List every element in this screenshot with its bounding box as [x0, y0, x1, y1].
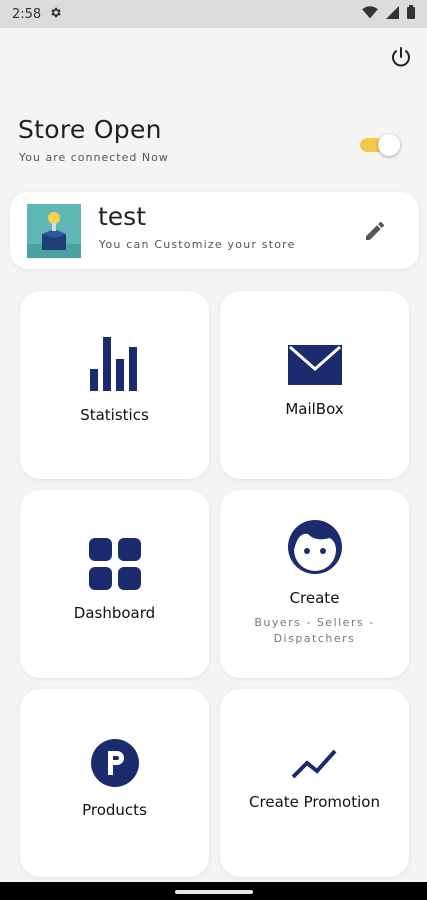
statistics-label: Statistics — [80, 406, 149, 424]
wifi-icon — [362, 5, 378, 23]
store-card[interactable]: test You can Customize your store — [10, 192, 419, 269]
power-icon — [392, 47, 410, 67]
grid-icon — [88, 538, 141, 590]
settings-icon — [49, 6, 62, 23]
bar-chart-icon — [89, 337, 137, 391]
mailbox-label: MailBox — [285, 400, 344, 418]
dashboard-label: Dashboard — [73, 604, 156, 622]
battery-icon — [407, 5, 415, 23]
create-label: Create — [289, 589, 340, 607]
signal-icon — [386, 5, 399, 23]
create-sublabel: Buyers - Sellers - Dispatchers — [254, 616, 375, 645]
products-tile[interactable]: Products — [20, 689, 209, 877]
status-bar: 2:58 — [0, 0, 427, 28]
create-tile[interactable]: Create Buyers - Sellers - Dispatchers — [220, 490, 409, 678]
envelope-icon — [287, 345, 342, 385]
mailbox-tile[interactable]: MailBox — [220, 291, 409, 479]
power-button[interactable] — [388, 44, 414, 70]
store-status-title: Store Open — [18, 115, 162, 144]
store-thumbnail — [27, 204, 81, 258]
trending-up-icon — [291, 749, 336, 779]
store-status-subtitle: You are connected Now — [19, 151, 169, 164]
home-gesture-handle[interactable] — [175, 890, 253, 894]
edit-store-button[interactable] — [363, 219, 387, 243]
dashboard-tile[interactable]: Dashboard — [20, 490, 209, 678]
parking-p-icon — [90, 739, 139, 787]
store-name: test — [98, 202, 147, 231]
store-open-toggle[interactable] — [360, 133, 400, 156]
statistics-tile[interactable]: Statistics — [20, 291, 209, 479]
status-time: 2:58 — [12, 6, 42, 22]
products-label: Products — [82, 801, 147, 819]
pencil-icon — [366, 221, 384, 240]
create-promotion-tile[interactable]: Create Promotion — [220, 689, 409, 877]
face-icon — [287, 520, 342, 574]
create-promotion-label: Create Promotion — [249, 793, 380, 811]
toggle-thumb — [378, 134, 400, 156]
store-description: You can Customize your store — [99, 238, 296, 251]
